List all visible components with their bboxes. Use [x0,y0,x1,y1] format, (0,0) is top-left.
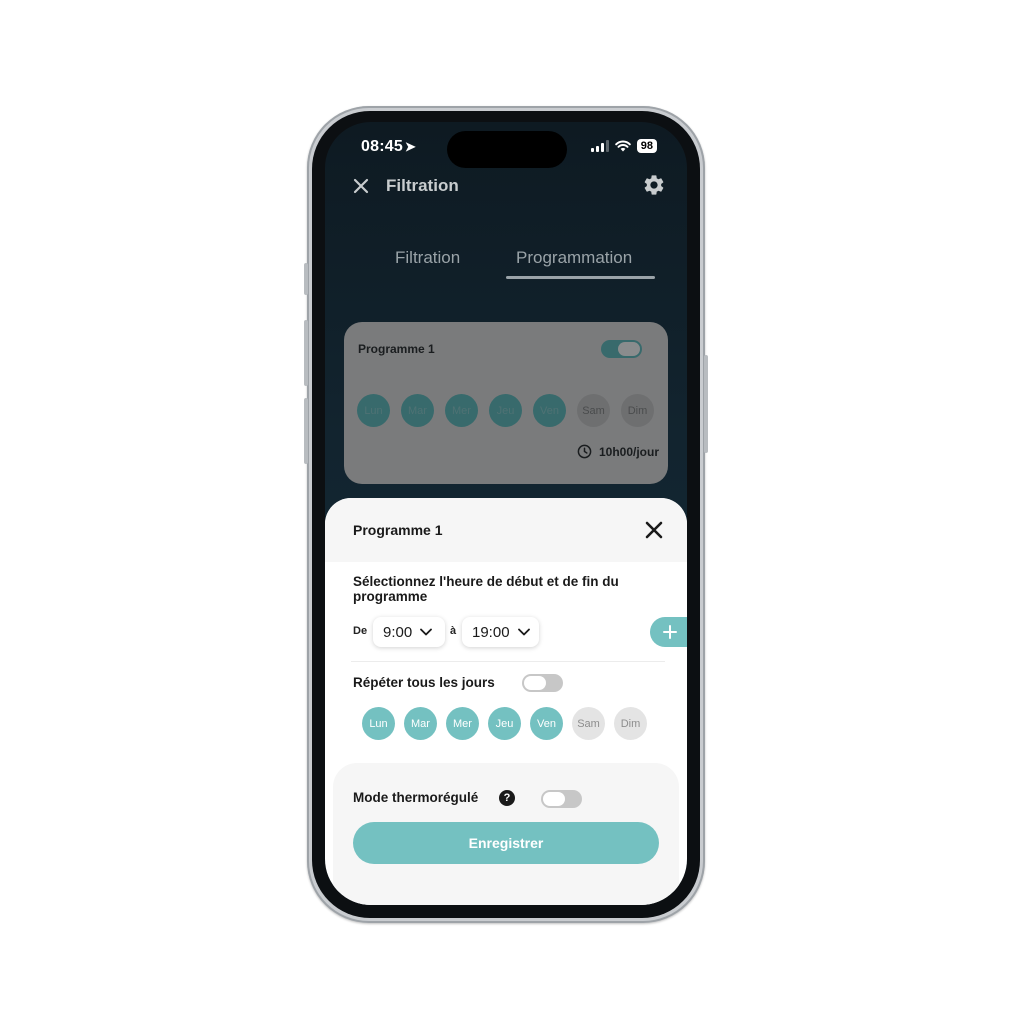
day-toggle-ven[interactable]: Ven [530,707,563,740]
add-time-range-button[interactable] [650,617,687,647]
program-duration-text: 10h00/jour [598,444,659,459]
phone-screen: 08:45 ➤ 98 Filtration Filtration Programm… [325,122,687,905]
thermo-mode-label: Mode thermorégulé [353,790,479,805]
toggle-knob [543,792,565,806]
start-time-select[interactable]: 9:00 [373,617,445,647]
program-card-days: Lun Mar Mer Jeu Ven Sam Dim [357,394,654,427]
thermo-mode-toggle[interactable] [541,790,582,808]
location-arrow-icon: ➤ [404,139,417,154]
card-day-lun: Lun [357,394,390,427]
dynamic-island [447,131,567,168]
repeat-daily-label: Répéter tous les jours [353,675,495,690]
time-range-row: De 9:00 à 19:00 [353,617,687,647]
status-time-text: 08:45 [361,138,403,155]
day-toggle-lun[interactable]: Lun [362,707,395,740]
card-day-mar: Mar [401,394,434,427]
from-label: De [353,625,368,637]
repeat-daily-toggle[interactable] [522,674,563,692]
program-card-toggle[interactable] [601,340,642,358]
toggle-knob [524,676,546,690]
start-time-value: 9:00 [383,623,413,641]
day-toggle-mer[interactable]: Mer [446,707,479,740]
day-toggle-jeu[interactable]: Jeu [488,707,521,740]
chevron-down-icon [517,628,530,636]
page-title: Filtration [386,176,459,195]
save-button[interactable]: Enregistrer [353,822,659,864]
end-time-select[interactable]: 19:00 [462,617,539,647]
program-duration: 10h00/jour [577,444,659,459]
chevron-down-icon [420,628,433,636]
status-bar-time: 08:45 ➤ [361,138,416,156]
cellular-signal-icon [590,140,609,152]
card-day-dim: Dim [621,394,654,427]
time-range-question: Sélectionnez l'heure de début et de fin … [353,574,619,604]
clock-icon [577,444,592,459]
power-button [704,355,708,453]
to-label: à [450,625,457,637]
tab-programmation[interactable]: Programmation [516,248,632,268]
action-button [304,263,308,295]
active-tab-indicator [506,276,655,279]
program-edit-sheet: Programme 1 Sélectionnez l'heure de débu… [325,498,687,905]
day-toggle-dim[interactable]: Dim [614,707,647,740]
app-header: Filtration [325,172,687,202]
toggle-knob [618,342,640,356]
end-time-value: 19:00 [472,623,510,641]
day-toggle-sam[interactable]: Sam [572,707,605,740]
help-icon[interactable]: ? [499,790,515,806]
tab-bar: Filtration Programmation [325,248,687,288]
battery-indicator: 98 [636,139,657,153]
close-icon[interactable] [644,520,664,540]
sheet-title: Programme 1 [353,522,443,538]
volume-down-button [304,398,308,464]
card-day-ven: Ven [533,394,566,427]
program-card-title: Programme 1 [358,342,435,356]
close-icon[interactable] [352,177,370,195]
gear-icon[interactable] [642,173,666,197]
divider [351,661,665,662]
plus-icon [663,625,677,639]
status-bar-indicators: 98 [590,139,657,153]
day-toggle-mar[interactable]: Mar [404,707,437,740]
volume-up-button [304,320,308,386]
card-day-mer: Mer [445,394,478,427]
tab-filtration[interactable]: Filtration [395,248,460,268]
wifi-icon [614,140,631,152]
card-day-jeu: Jeu [489,394,522,427]
card-day-sam: Sam [577,394,610,427]
program-card[interactable]: Programme 1 Lun Mar Mer Jeu Ven Sam Dim … [344,322,668,484]
day-selector: Lun Mar Mer Jeu Ven Sam Dim [362,707,647,740]
